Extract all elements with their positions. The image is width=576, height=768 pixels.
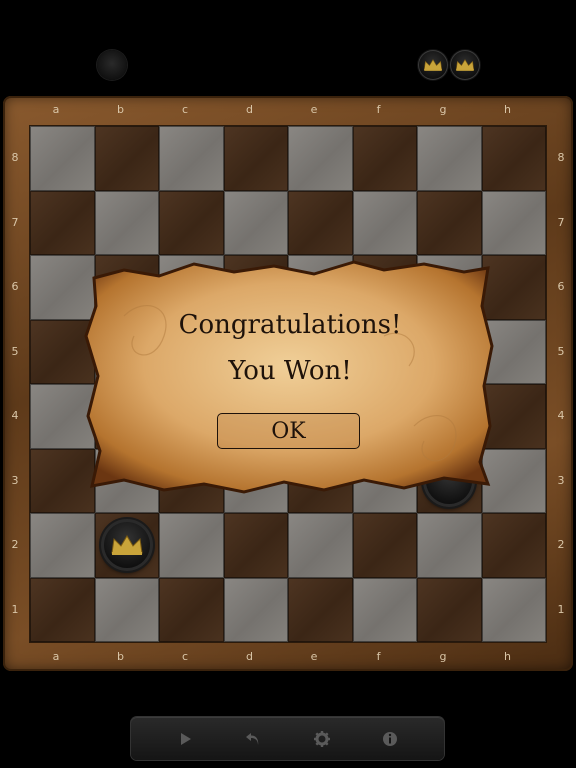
square-a8[interactable]	[30, 126, 95, 191]
file-label-top: f	[376, 103, 381, 116]
square-g2[interactable]	[417, 513, 482, 578]
square-a7[interactable]	[30, 190, 95, 255]
square-e7[interactable]	[288, 190, 353, 255]
square-c8[interactable]	[159, 126, 224, 191]
rank-label-right: 3	[557, 473, 565, 487]
file-label-top: b	[117, 103, 124, 116]
file-label-bot: g	[439, 650, 447, 663]
square-g8[interactable]	[417, 126, 482, 191]
square-f1[interactable]	[352, 577, 417, 642]
settings-button[interactable]	[308, 725, 336, 753]
rank-label-right: 2	[557, 538, 565, 551]
you-won-text: You Won!	[228, 356, 352, 386]
square-c1[interactable]	[159, 577, 224, 642]
square-d8[interactable]	[223, 126, 288, 191]
rank-label-left: 8	[11, 151, 19, 164]
file-label-top: d	[246, 103, 253, 116]
empty-capture-slot	[97, 50, 127, 80]
square-a1[interactable]	[30, 577, 95, 642]
file-label-bot: c	[181, 650, 189, 663]
file-label-bot: b	[117, 650, 124, 663]
rank-label-left: 4	[11, 409, 19, 422]
square-b8[interactable]	[94, 126, 159, 191]
info-button[interactable]	[376, 725, 404, 753]
bottom-toolbar	[131, 717, 444, 760]
square-h8[interactable]	[481, 126, 546, 191]
square-f2[interactable]	[352, 513, 417, 578]
captured-king-piece	[418, 50, 448, 80]
file-label-top: e	[310, 103, 318, 116]
undo-button[interactable]	[239, 725, 267, 753]
play-button[interactable]	[171, 725, 199, 753]
square-e1[interactable]	[288, 577, 353, 642]
square-e2[interactable]	[288, 513, 353, 578]
play-icon	[181, 732, 192, 745]
rank-label-right: 5	[557, 344, 565, 358]
captured-king-piece	[450, 50, 480, 80]
rank-label-right: 6	[557, 280, 565, 293]
file-label-top: g	[439, 103, 447, 116]
square-b1[interactable]	[94, 577, 159, 642]
square-c7[interactable]	[159, 190, 224, 255]
rank-label-left: 7	[11, 215, 19, 229]
square-e8[interactable]	[288, 126, 353, 191]
rank-label-left: 3	[11, 473, 19, 487]
square-d2[interactable]	[223, 513, 288, 578]
file-label-top: h	[504, 103, 511, 116]
square-g1[interactable]	[417, 577, 482, 642]
square-f7[interactable]	[352, 190, 417, 255]
rank-label-left: 2	[11, 538, 19, 551]
square-h1[interactable]	[481, 577, 546, 642]
square-b7[interactable]	[94, 190, 159, 255]
rank-label-right: 8	[557, 151, 565, 164]
crown-icon	[423, 59, 443, 71]
file-label-bot: d	[246, 650, 253, 663]
win-dialog: Congratulations! You Won! OK	[84, 256, 496, 496]
square-d1[interactable]	[223, 577, 288, 642]
square-h2[interactable]	[481, 513, 546, 578]
gear-icon	[313, 730, 330, 747]
rank-label-left: 1	[11, 602, 19, 616]
file-label-bot: a	[52, 650, 60, 663]
crown-icon	[110, 535, 143, 555]
square-b2[interactable]	[94, 513, 159, 578]
file-label-top: c	[181, 103, 189, 116]
square-h7[interactable]	[481, 190, 546, 255]
black-king-piece[interactable]	[100, 519, 153, 571]
rank-label-left: 5	[11, 344, 19, 358]
square-a2[interactable]	[30, 513, 95, 578]
rank-label-left: 6	[11, 280, 19, 293]
square-f8[interactable]	[352, 126, 417, 191]
file-label-bot: f	[376, 650, 381, 663]
crown-icon	[455, 59, 475, 71]
file-label-bot: e	[310, 650, 318, 663]
congratulations-text: Congratulations!	[178, 310, 402, 340]
rank-label-right: 7	[557, 215, 565, 229]
file-label-bot: h	[504, 650, 511, 663]
file-label-top: a	[52, 103, 60, 116]
rank-label-right: 1	[557, 602, 565, 616]
square-g7[interactable]	[417, 190, 482, 255]
square-d7[interactable]	[223, 190, 288, 255]
rank-label-right: 4	[557, 409, 565, 422]
square-c2[interactable]	[159, 513, 224, 578]
ok-button[interactable]: OK	[217, 413, 360, 449]
info-icon	[382, 731, 397, 746]
undo-icon	[246, 732, 259, 745]
